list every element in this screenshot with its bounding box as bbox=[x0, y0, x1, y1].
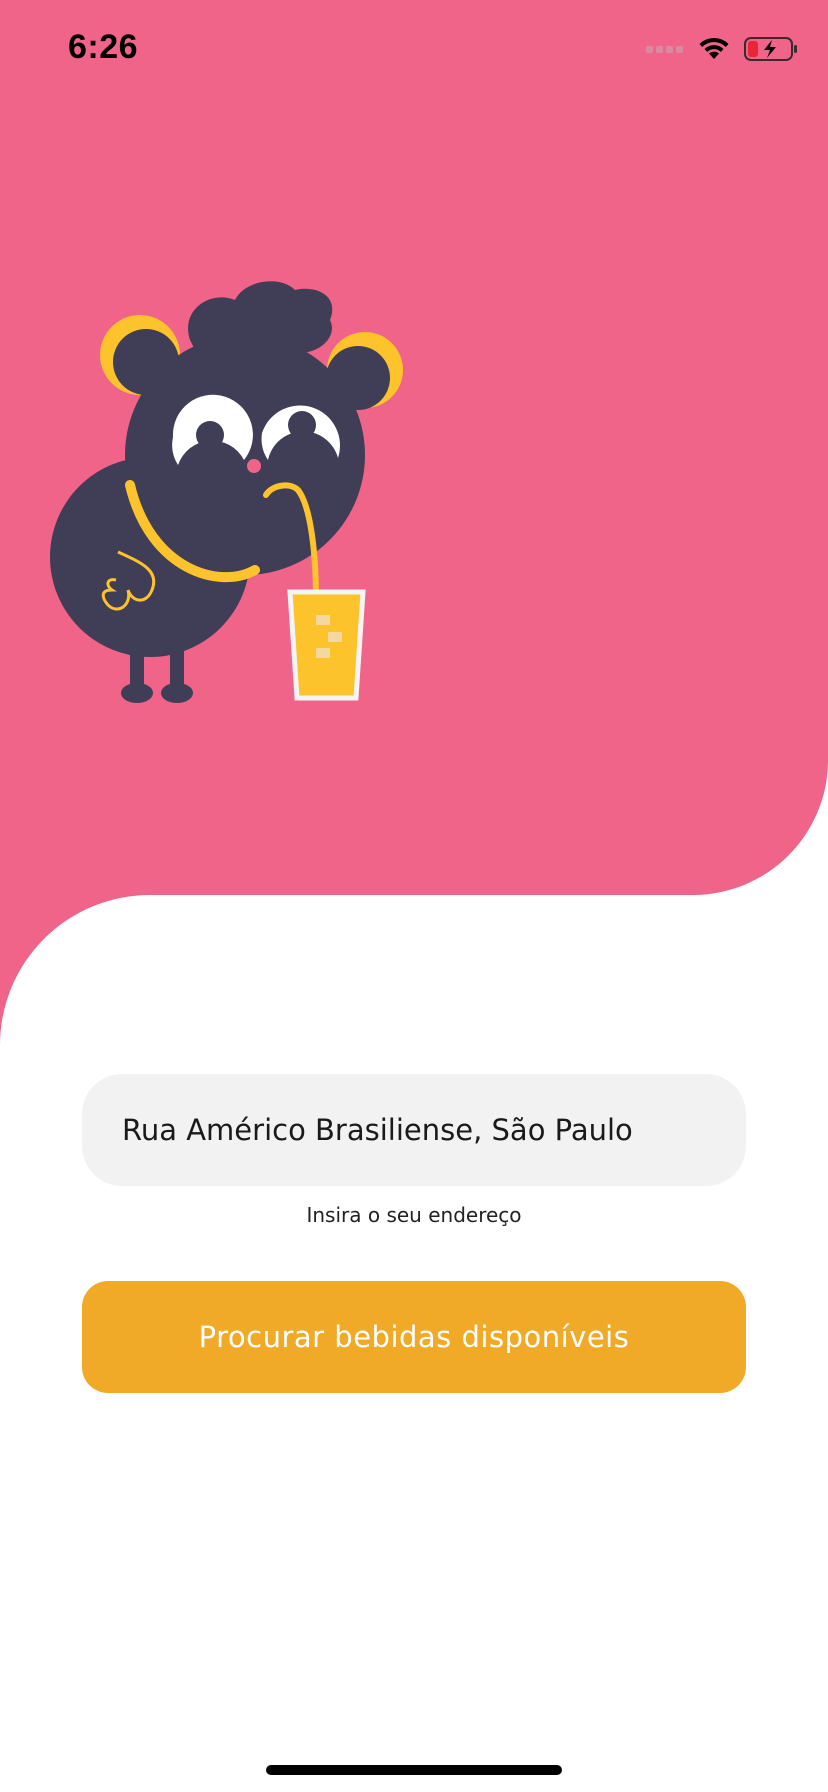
home-indicator bbox=[266, 1765, 562, 1775]
signal-icon bbox=[646, 46, 683, 53]
battery-charging-icon bbox=[744, 37, 797, 61]
status-time: 6:26 bbox=[68, 28, 139, 66]
address-hint: Insira o seu endereço bbox=[306, 1203, 522, 1227]
status-bar: 6:26 bbox=[0, 0, 828, 100]
search-drinks-button[interactable]: Procurar bebidas disponíveis bbox=[82, 1281, 746, 1393]
hero-background bbox=[0, 0, 828, 1045]
address-input[interactable] bbox=[82, 1074, 746, 1186]
mascot-drinking-juice-icon bbox=[50, 281, 403, 703]
status-icons bbox=[646, 34, 798, 64]
wifi-icon bbox=[699, 37, 729, 59]
